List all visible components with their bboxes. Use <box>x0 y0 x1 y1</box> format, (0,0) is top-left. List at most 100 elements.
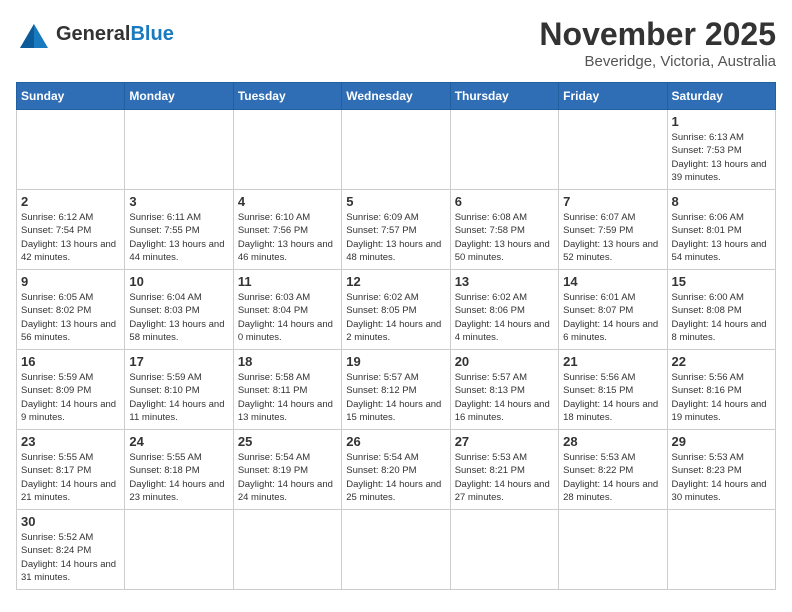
calendar-week-row: 1 Sunrise: 6:13 AMSunset: 7:53 PMDaylight… <box>17 110 776 190</box>
calendar-body: 1 Sunrise: 6:13 AMSunset: 7:53 PMDaylight… <box>17 110 776 590</box>
calendar-day-12: 12 Sunrise: 6:02 AMSunset: 8:05 PMDayligh… <box>342 270 450 350</box>
day-number: 12 <box>346 274 445 289</box>
day-info: Sunrise: 5:54 AMSunset: 8:19 PMDaylight:… <box>238 451 337 504</box>
weekday-header-row: SundayMondayTuesdayWednesdayThursdayFrid… <box>17 83 776 110</box>
calendar-day-20: 20 Sunrise: 5:57 AMSunset: 8:13 PMDayligh… <box>450 350 558 430</box>
calendar-day-2: 2 Sunrise: 6:12 AMSunset: 7:54 PMDaylight… <box>17 190 125 270</box>
day-info: Sunrise: 5:57 AMSunset: 8:12 PMDaylight:… <box>346 371 445 424</box>
day-number: 27 <box>455 434 554 449</box>
calendar-empty-cell <box>667 510 775 590</box>
weekday-header-saturday: Saturday <box>667 83 775 110</box>
day-number: 14 <box>563 274 662 289</box>
calendar-empty-cell <box>17 110 125 190</box>
calendar-week-row: 23Sunrise: 5:55 AMSunset: 8:17 PMDayligh… <box>17 430 776 510</box>
calendar-header: SundayMondayTuesdayWednesdayThursdayFrid… <box>17 83 776 110</box>
day-number: 24 <box>129 434 228 449</box>
day-info: Sunrise: 5:56 AMSunset: 8:16 PMDaylight:… <box>672 371 771 424</box>
day-info: Sunrise: 5:59 AMSunset: 8:10 PMDaylight:… <box>129 371 228 424</box>
calendar-week-row: 9Sunrise: 6:05 AMSunset: 8:02 PMDaylight… <box>17 270 776 350</box>
day-info: Sunrise: 6:02 AMSunset: 8:06 PMDaylight:… <box>455 291 554 344</box>
day-info: Sunrise: 5:59 AMSunset: 8:09 PMDaylight:… <box>21 371 120 424</box>
calendar-day-1: 1 Sunrise: 6:13 AMSunset: 7:53 PMDaylight… <box>667 110 775 190</box>
day-number: 11 <box>238 274 337 289</box>
calendar-empty-cell <box>450 110 558 190</box>
calendar-day-17: 17 Sunrise: 5:59 AMSunset: 8:10 PMDayligh… <box>125 350 233 430</box>
day-number: 8 <box>672 194 771 209</box>
day-number: 20 <box>455 354 554 369</box>
calendar-day-28: 28Sunrise: 5:53 AMSunset: 8:22 PMDayligh… <box>559 430 667 510</box>
weekday-header-sunday: Sunday <box>17 83 125 110</box>
calendar-table: SundayMondayTuesdayWednesdayThursdayFrid… <box>16 82 776 590</box>
calendar-day-9: 9Sunrise: 6:05 AMSunset: 8:02 PMDaylight… <box>17 270 125 350</box>
weekday-header-wednesday: Wednesday <box>342 83 450 110</box>
weekday-header-monday: Monday <box>125 83 233 110</box>
day-info: Sunrise: 6:08 AMSunset: 7:58 PMDaylight:… <box>455 211 554 264</box>
day-info: Sunrise: 6:04 AMSunset: 8:03 PMDaylight:… <box>129 291 228 344</box>
day-info: Sunrise: 5:53 AMSunset: 8:21 PMDaylight:… <box>455 451 554 504</box>
logo-general: General <box>56 23 130 45</box>
day-info: Sunrise: 6:11 AMSunset: 7:55 PMDaylight:… <box>129 211 228 264</box>
day-info: Sunrise: 5:52 AMSunset: 8:24 PMDaylight:… <box>21 531 120 584</box>
day-info: Sunrise: 6:09 AMSunset: 7:57 PMDaylight:… <box>346 211 445 264</box>
day-info: Sunrise: 6:06 AMSunset: 8:01 PMDaylight:… <box>672 211 771 264</box>
day-number: 16 <box>21 354 120 369</box>
day-info: Sunrise: 6:01 AMSunset: 8:07 PMDaylight:… <box>563 291 662 344</box>
weekday-header-friday: Friday <box>559 83 667 110</box>
day-number: 10 <box>129 274 228 289</box>
day-number: 9 <box>21 274 120 289</box>
day-number: 18 <box>238 354 337 369</box>
day-number: 7 <box>563 194 662 209</box>
calendar-title: November 2025 <box>539 16 776 53</box>
weekday-header-thursday: Thursday <box>450 83 558 110</box>
calendar-day-21: 21 Sunrise: 5:56 AMSunset: 8:15 PMDayligh… <box>559 350 667 430</box>
calendar-title-area: November 2025 Beveridge, Victoria, Austr… <box>539 16 776 70</box>
calendar-empty-cell <box>342 510 450 590</box>
day-number: 30 <box>21 514 120 529</box>
day-number: 21 <box>563 354 662 369</box>
day-info: Sunrise: 5:57 AMSunset: 8:13 PMDaylight:… <box>455 371 554 424</box>
calendar-day-24: 24Sunrise: 5:55 AMSunset: 8:18 PMDayligh… <box>125 430 233 510</box>
weekday-header-tuesday: Tuesday <box>233 83 341 110</box>
calendar-day-18: 18Sunrise: 5:58 AMSunset: 8:11 PMDayligh… <box>233 350 341 430</box>
calendar-day-26: 26Sunrise: 5:54 AMSunset: 8:20 PMDayligh… <box>342 430 450 510</box>
day-number: 26 <box>346 434 445 449</box>
day-number: 1 <box>672 114 771 129</box>
day-number: 3 <box>129 194 228 209</box>
day-number: 25 <box>238 434 337 449</box>
day-number: 15 <box>672 274 771 289</box>
calendar-day-15: 15 Sunrise: 6:00 AMSunset: 8:08 PMDayligh… <box>667 270 775 350</box>
calendar-empty-cell <box>559 510 667 590</box>
calendar-day-6: 6Sunrise: 6:08 AMSunset: 7:58 PMDaylight… <box>450 190 558 270</box>
day-info: Sunrise: 6:13 AMSunset: 7:53 PMDaylight:… <box>672 131 771 184</box>
day-info: Sunrise: 5:56 AMSunset: 8:15 PMDaylight:… <box>563 371 662 424</box>
day-number: 17 <box>129 354 228 369</box>
day-info: Sunrise: 5:55 AMSunset: 8:17 PMDaylight:… <box>21 451 120 504</box>
page-header: GeneralBlue November 2025 Beveridge, Vic… <box>16 16 776 70</box>
calendar-day-23: 23Sunrise: 5:55 AMSunset: 8:17 PMDayligh… <box>17 430 125 510</box>
day-info: Sunrise: 5:53 AMSunset: 8:22 PMDaylight:… <box>563 451 662 504</box>
day-info: Sunrise: 6:12 AMSunset: 7:54 PMDaylight:… <box>21 211 120 264</box>
calendar-empty-cell <box>559 110 667 190</box>
calendar-subtitle: Beveridge, Victoria, Australia <box>539 53 776 70</box>
calendar-day-4: 4Sunrise: 6:10 AMSunset: 7:56 PMDaylight… <box>233 190 341 270</box>
calendar-day-13: 13Sunrise: 6:02 AMSunset: 8:06 PMDayligh… <box>450 270 558 350</box>
day-number: 4 <box>238 194 337 209</box>
day-number: 29 <box>672 434 771 449</box>
calendar-day-29: 29 Sunrise: 5:53 AMSunset: 8:23 PMDayligh… <box>667 430 775 510</box>
day-info: Sunrise: 6:00 AMSunset: 8:08 PMDaylight:… <box>672 291 771 344</box>
calendar-day-30: 30 Sunrise: 5:52 AMSunset: 8:24 PMDayligh… <box>17 510 125 590</box>
calendar-day-10: 10 Sunrise: 6:04 AMSunset: 8:03 PMDayligh… <box>125 270 233 350</box>
day-number: 2 <box>21 194 120 209</box>
calendar-day-19: 19Sunrise: 5:57 AMSunset: 8:12 PMDayligh… <box>342 350 450 430</box>
calendar-empty-cell <box>450 510 558 590</box>
calendar-empty-cell <box>233 510 341 590</box>
logo-blue: Blue <box>130 23 173 45</box>
calendar-day-25: 25 Sunrise: 5:54 AMSunset: 8:19 PMDayligh… <box>233 430 341 510</box>
calendar-week-row: 30 Sunrise: 5:52 AMSunset: 8:24 PMDayligh… <box>17 510 776 590</box>
calendar-day-11: 11Sunrise: 6:03 AMSunset: 8:04 PMDayligh… <box>233 270 341 350</box>
logo: GeneralBlue <box>16 16 174 52</box>
day-number: 22 <box>672 354 771 369</box>
calendar-day-22: 22 Sunrise: 5:56 AMSunset: 8:16 PMDayligh… <box>667 350 775 430</box>
day-info: Sunrise: 6:02 AMSunset: 8:05 PMDaylight:… <box>346 291 445 344</box>
day-info: Sunrise: 5:53 AMSunset: 8:23 PMDaylight:… <box>672 451 771 504</box>
